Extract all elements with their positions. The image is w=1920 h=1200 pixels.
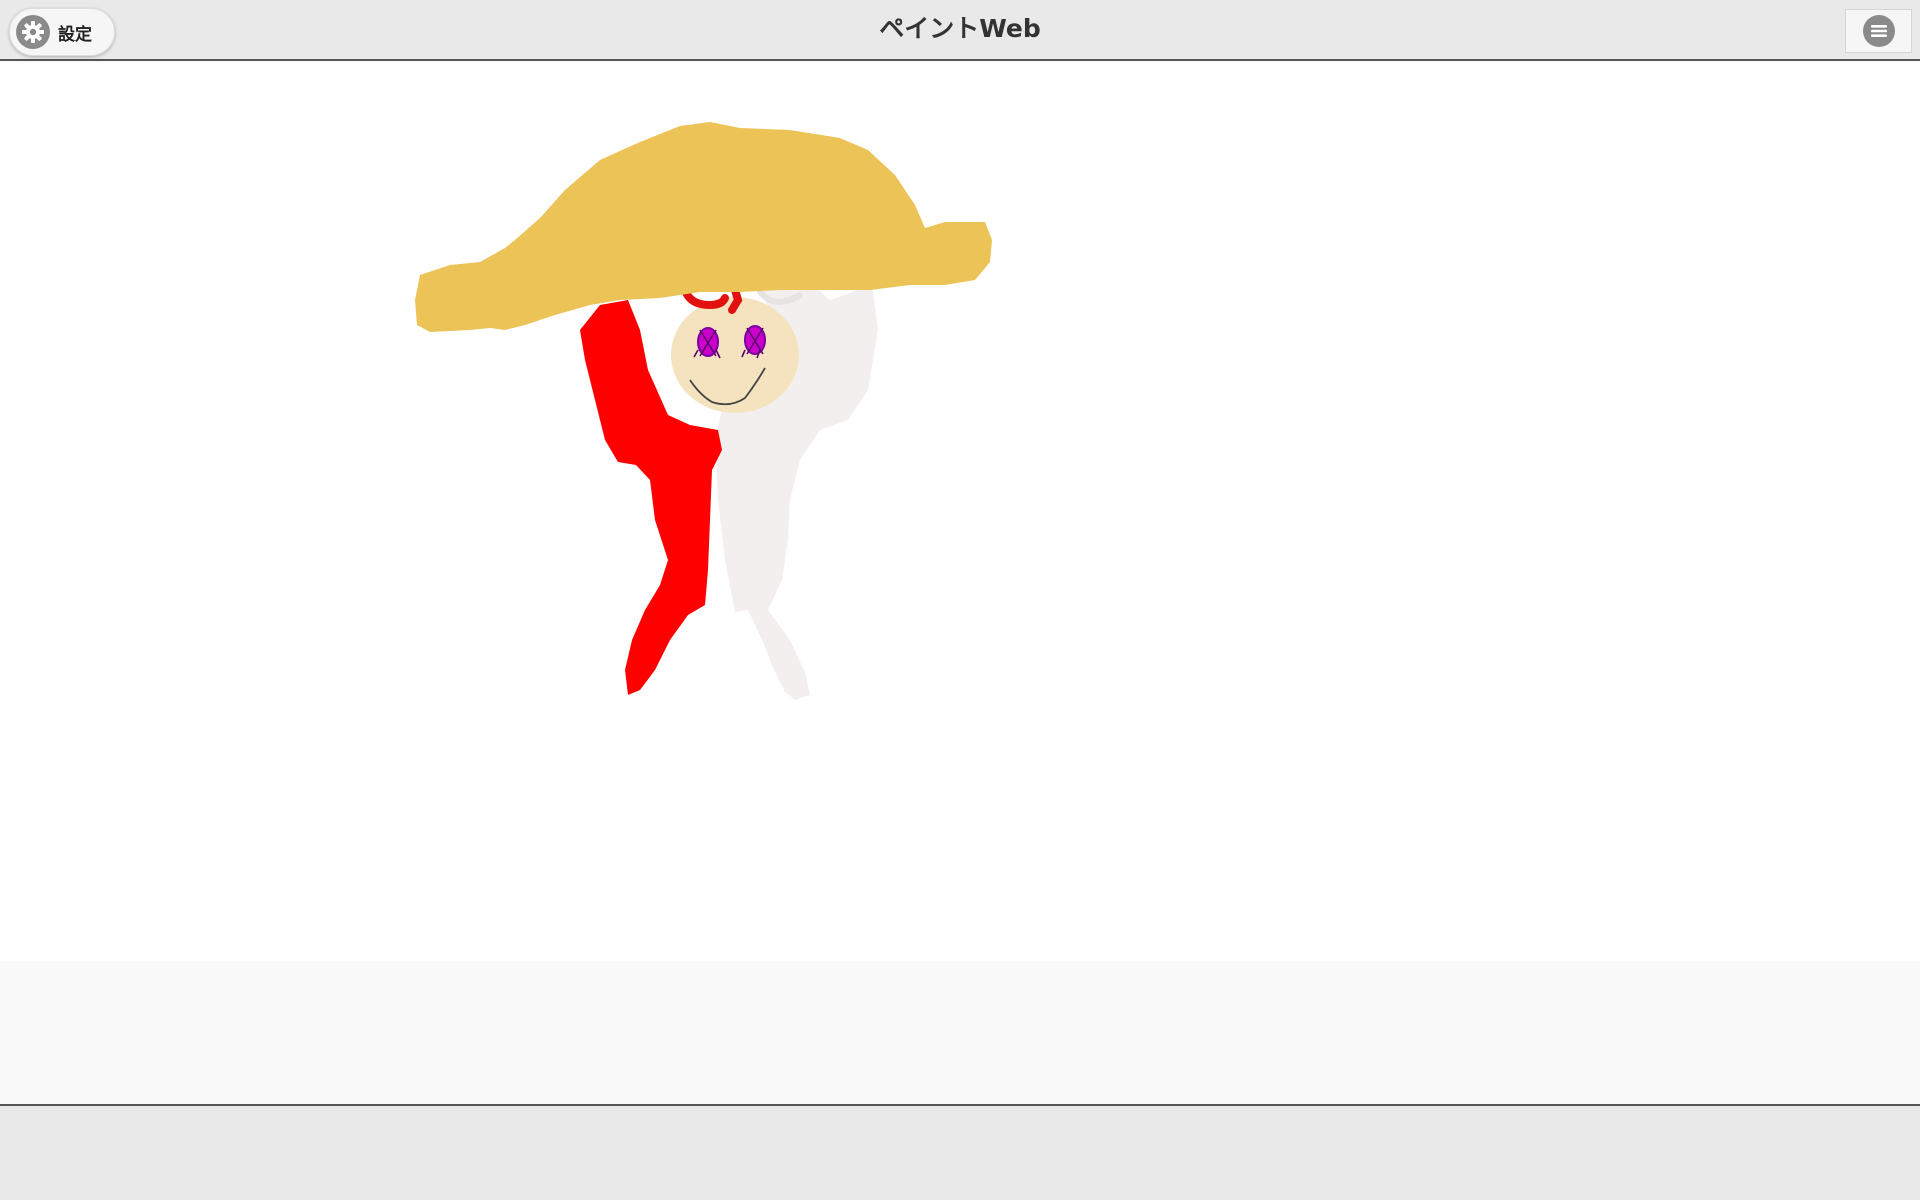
stroke-face: [671, 297, 799, 413]
canvas-bottom-area: [0, 961, 1920, 1104]
drawing-canvas[interactable]: [0, 63, 1920, 961]
drawing-artwork: [415, 122, 992, 700]
header-bar: 設定 ペイントWeb: [0, 0, 1920, 61]
paint-app: 設定 ペイントWeb: [0, 0, 1920, 1200]
hamburger-menu-icon: [1862, 15, 1895, 47]
footer-bar: [0, 1104, 1920, 1200]
menu-button[interactable]: [1845, 9, 1912, 53]
page-title: ペイントWeb: [879, 14, 1041, 43]
